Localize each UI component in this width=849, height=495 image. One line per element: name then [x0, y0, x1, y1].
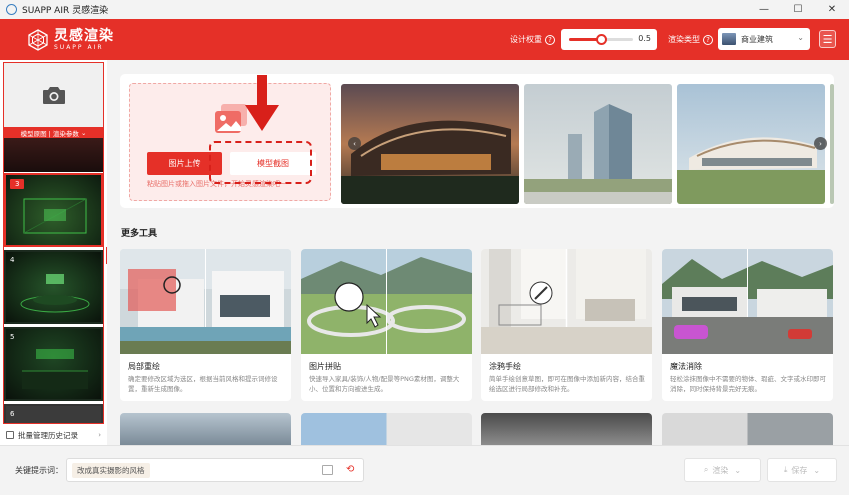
window-titlebar: SUAPP AIR 灵感渲染 — ☐ ✕	[0, 0, 849, 19]
keywords-input[interactable]: 改成真实摄影的风格 ⟲	[66, 458, 364, 482]
keywords-label: 关键提示词：	[15, 466, 63, 475]
history-label: 批量管理历史记录	[18, 430, 78, 440]
tool-preview-image	[301, 249, 472, 354]
tool-description: 快速导入家具/装饰/人物/配景等PNG素材图，调整大小、位置和方向被进生成。	[309, 375, 460, 393]
image-icon[interactable]	[322, 465, 333, 475]
gallery-prev-button[interactable]: ‹	[348, 137, 361, 150]
keyword-tag[interactable]: 改成真实摄影的风格	[72, 463, 150, 478]
render-type-value: 商业建筑	[741, 34, 773, 44]
design-weight-label: 设计权重	[510, 35, 542, 44]
tool-card-sketch[interactable]: 涂鸦手绘 简单手绘创意草图，即可在图像中添加新内容，结合重绘选区进行局部修改和补…	[481, 249, 652, 401]
tool-preview-image	[662, 249, 833, 354]
maximize-button[interactable]: ☐	[781, 0, 815, 19]
tool-card[interactable]	[662, 413, 833, 445]
render-type-select[interactable]: 商业建筑 ⌄	[718, 28, 810, 50]
bottom-bar: 关键提示词： 改成真实摄影的风格 ⟲ ⌕ 渲染 ⌄ ⤓ 保存 ⌄	[0, 445, 849, 495]
gallery-next-button[interactable]: ›	[814, 137, 827, 150]
gallery-image[interactable]	[524, 84, 672, 204]
chevron-down-icon: ⌄	[813, 465, 821, 475]
tool-name: 图片拼贴	[309, 362, 341, 371]
save-button-label: 保存	[791, 465, 808, 475]
sample-gallery[interactable]: ‹ ›	[341, 84, 834, 204]
help-icon[interactable]: ?	[545, 34, 555, 45]
image-upload-icon	[215, 104, 247, 133]
logo-text-en: SUAPP AIR	[54, 43, 104, 51]
main-content: 图片上传 模型截图 粘贴图片或拖入图片文件，开始灵感渲染吧~ ‹ › 更多工具 …	[107, 60, 849, 445]
sidebar: 模型原图 | 渲染参数 ⌄ 3 4 5 6 批量管理历史记录 ›	[0, 60, 107, 445]
screenshot-highlight-box	[209, 141, 312, 184]
window-title: SUAPP AIR 灵感渲染	[22, 6, 109, 16]
app-header: 灵感渲染 SUAPP AIR 设计权重 ? 0.5 渲染类型 ? 商业建筑 ⌄ …	[0, 19, 849, 60]
tool-preview-image	[120, 249, 291, 354]
tool-card[interactable]	[301, 413, 472, 445]
gallery-image[interactable]	[830, 84, 834, 204]
tool-description: 简单手绘创意草图，即可在图像中添加新内容，结合重绘选区进行局部修改和补充。	[489, 375, 645, 393]
chevron-down-icon: ⌄	[797, 33, 804, 42]
tool-card[interactable]	[120, 413, 291, 445]
slider-track[interactable]	[569, 34, 633, 45]
download-icon: ⤓	[783, 465, 788, 474]
menu-button[interactable]: ☰	[819, 30, 836, 48]
list-item[interactable]: 3	[4, 173, 103, 247]
design-weight-slider[interactable]: 0.5	[561, 29, 657, 50]
render-thumbnail	[22, 349, 88, 389]
design-weight-value: 0.5	[638, 34, 651, 43]
render-button-label: 渲染	[712, 465, 729, 475]
chevron-down-icon: ⌄	[734, 465, 742, 475]
render-type-control: 渲染类型 ?	[668, 19, 713, 60]
item-number: 6	[10, 410, 15, 418]
app-icon	[6, 4, 17, 15]
tool-preview-image	[481, 249, 652, 354]
tool-description: 轻松涂抹图像中不需要的物体、瑕疵、文字或水印即可消除，同时保持背景完好无痕。	[670, 375, 826, 393]
building-thumbnail-icon	[722, 33, 736, 45]
slider-handle[interactable]	[595, 34, 607, 45]
gallery-image[interactable]	[341, 84, 519, 204]
tool-name: 局部重绘	[128, 362, 160, 371]
item-number: 5	[10, 333, 15, 341]
render-history-list[interactable]: 模型原图 | 渲染参数 ⌄ 3 4 5 6	[3, 62, 104, 424]
history-icon	[6, 431, 14, 439]
more-tools-title: 更多工具	[121, 229, 158, 239]
design-weight-control: 设计权重 ?	[510, 19, 555, 60]
save-button[interactable]: ⤓ 保存 ⌄	[767, 458, 837, 482]
chevron-right-icon: ›	[98, 431, 101, 439]
render-type-label: 渲染类型	[668, 35, 700, 44]
render-icon: ⌕	[703, 465, 709, 474]
tool-name: 魔法消除	[670, 362, 702, 371]
model-tab[interactable]: 模型原图 | 渲染参数 ⌄	[4, 127, 103, 138]
minimize-button[interactable]: —	[747, 0, 781, 19]
tool-card-collage[interactable]: 图片拼贴 快速导入家具/装饰/人物/配景等PNG素材图，调整大小、位置和方向被进…	[301, 249, 472, 401]
tool-name: 涂鸦手绘	[489, 362, 521, 371]
list-item[interactable]: 5	[4, 327, 103, 401]
help-icon[interactable]: ?	[703, 34, 713, 45]
close-button[interactable]: ✕	[815, 0, 849, 19]
hero-panel: 图片上传 模型截图 粘贴图片或拖入图片文件，开始灵感渲染吧~ ‹ ›	[120, 74, 834, 208]
gallery-image[interactable]	[677, 84, 825, 204]
arrow-down-icon	[245, 75, 279, 131]
render-thumbnail	[23, 198, 87, 234]
item-number: 4	[10, 256, 15, 264]
item-number: 3	[10, 179, 25, 189]
refresh-icon[interactable]: ⟲	[346, 464, 354, 475]
render-button[interactable]: ⌕ 渲染 ⌄	[684, 458, 761, 482]
window-controls: — ☐ ✕	[747, 0, 849, 19]
tool-card-eraser[interactable]: 魔法消除 轻松涂抹图像中不需要的物体、瑕疵、文字或水印即可消除，同时保持背景完好…	[662, 249, 833, 401]
model-capture-area[interactable]	[4, 63, 103, 127]
tool-description: 确定要修改区域为选区，根据当前风格和提示词修设置，重新生成图像。	[128, 375, 278, 393]
list-item[interactable]: 6	[4, 404, 103, 423]
history-link[interactable]: 批量管理历史记录 ›	[0, 426, 107, 444]
tool-card-inpaint[interactable]: 局部重绘 确定要修改区域为选区，根据当前风格和提示词修设置，重新生成图像。	[120, 249, 291, 401]
camera-icon	[42, 87, 65, 104]
tool-card[interactable]	[481, 413, 652, 445]
logo-text-cn: 灵感渲染	[54, 27, 114, 44]
logo-mark-icon	[28, 28, 48, 51]
render-thumbnail	[20, 274, 90, 313]
list-item[interactable]	[4, 138, 103, 172]
logo: 灵感渲染 SUAPP AIR	[27, 29, 114, 51]
model-tab-label: 模型原图 | 渲染参数	[20, 129, 79, 138]
list-item[interactable]: 4	[4, 250, 103, 324]
